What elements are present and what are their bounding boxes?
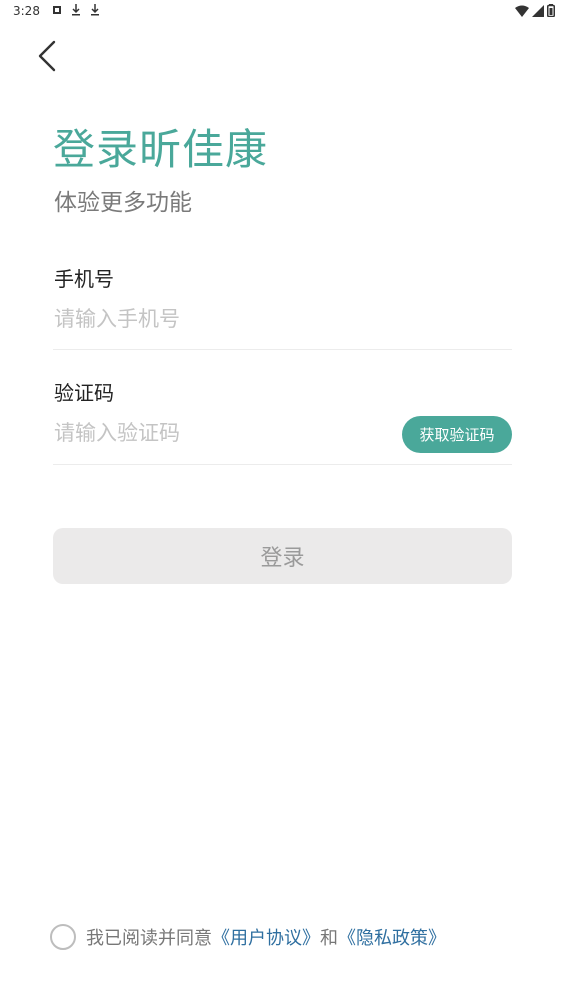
page-title: 登录昕佳康 bbox=[53, 125, 269, 174]
status-icons-right bbox=[515, 4, 555, 17]
user-agreement-link[interactable]: 《用户协议》 bbox=[212, 924, 320, 950]
signal-icon bbox=[532, 4, 544, 17]
login-button[interactable]: 登录 bbox=[53, 528, 512, 584]
agreement-row: 我已阅读并同意 《用户协议》 和 《隐私政策》 bbox=[50, 924, 446, 950]
notification-icon bbox=[53, 6, 61, 14]
phone-label: 手机号 bbox=[54, 267, 114, 291]
chevron-left-icon bbox=[38, 40, 56, 72]
code-divider bbox=[53, 464, 512, 465]
privacy-policy-link[interactable]: 《隐私政策》 bbox=[338, 924, 446, 950]
agreement-prefix: 我已阅读并同意 bbox=[86, 928, 212, 949]
agree-checkbox[interactable] bbox=[50, 924, 76, 950]
login-page: 3:28 登录昕佳康 体验更多功能 手机号 请输入手机号 验证码 请输入验证码 … bbox=[0, 0, 565, 1004]
get-code-button[interactable]: 获取验证码 bbox=[402, 416, 512, 453]
page-subtitle: 体验更多功能 bbox=[54, 190, 192, 216]
agreement-conjunction: 和 bbox=[320, 928, 338, 949]
download-icon bbox=[91, 4, 99, 16]
status-bar: 3:28 bbox=[0, 0, 565, 24]
phone-divider bbox=[53, 349, 512, 350]
wifi-icon bbox=[515, 5, 529, 17]
back-button[interactable] bbox=[30, 38, 66, 74]
download-icon bbox=[72, 4, 80, 16]
battery-icon bbox=[547, 4, 555, 17]
code-label: 验证码 bbox=[54, 381, 114, 405]
phone-input[interactable] bbox=[54, 304, 384, 334]
code-input[interactable] bbox=[54, 418, 374, 448]
status-time: 3:28 bbox=[13, 4, 40, 18]
status-icons-left bbox=[52, 3, 100, 17]
